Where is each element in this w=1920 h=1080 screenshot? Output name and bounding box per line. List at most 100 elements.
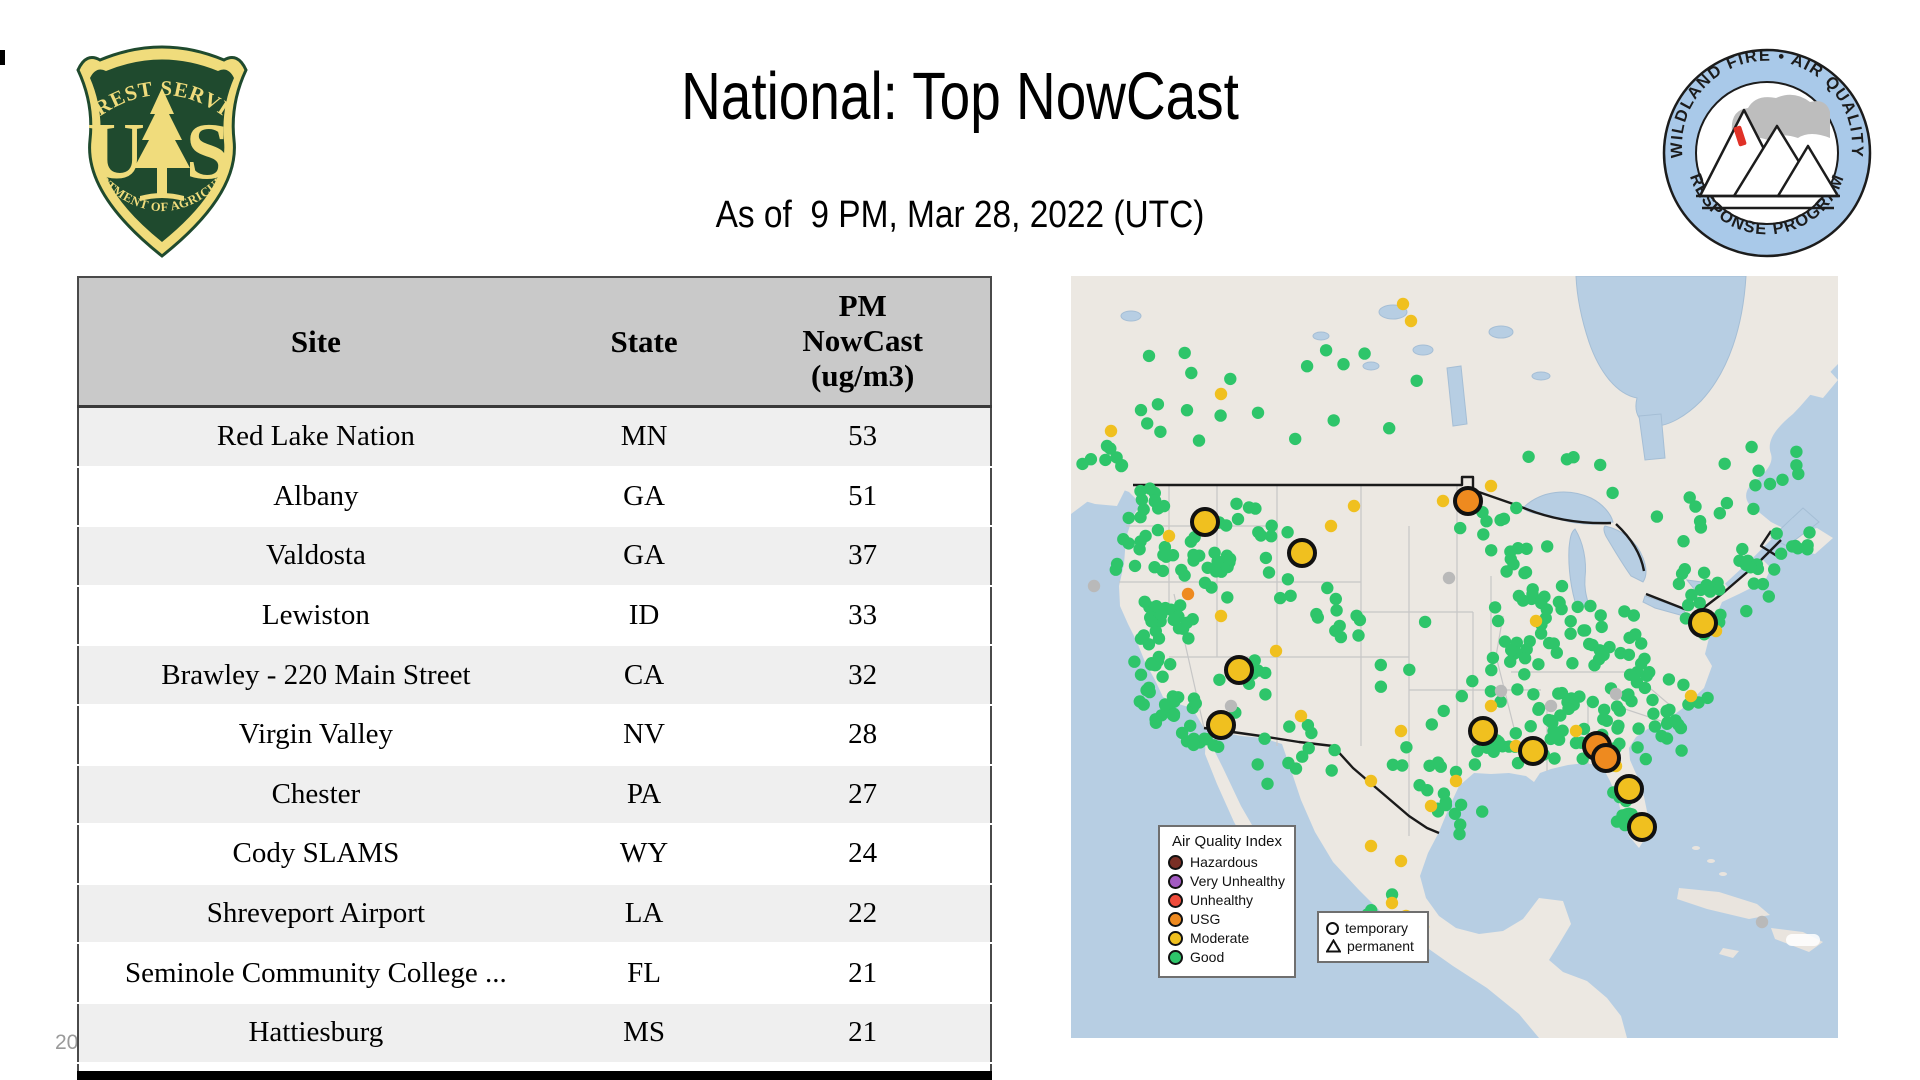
monitor-dot-good xyxy=(1192,434,1206,447)
monitor-dot-good xyxy=(1613,704,1626,717)
monitor-dot-good xyxy=(1564,627,1577,640)
page-subtitle: As of 9 PM, Mar 28, 2022 (UTC) xyxy=(715,194,1205,236)
monitor-dot-good xyxy=(1560,453,1574,466)
monitor-dot-good xyxy=(1410,374,1423,387)
monitor-dot-good xyxy=(1693,596,1706,610)
monitor-dot-good xyxy=(1682,598,1695,612)
monitor-dot-good xyxy=(1117,533,1130,546)
monitor-dot-good xyxy=(1100,439,1114,453)
pm-cell: 37 xyxy=(735,526,991,587)
monitor-dot-good xyxy=(1099,453,1112,467)
monitor-dot-good xyxy=(1740,604,1753,618)
monitor-dot-good xyxy=(1259,551,1273,565)
site-cell: Red Lake Nation xyxy=(78,406,553,468)
circle-marker-icon xyxy=(1326,921,1339,935)
monitor-dot-good xyxy=(1749,479,1762,492)
monitor-dot-good xyxy=(1148,561,1161,574)
monitor-dot-good xyxy=(1627,609,1640,622)
monitor-dot-moderate xyxy=(1569,724,1583,738)
aqi-legend-label: Very Unhealthy xyxy=(1190,873,1285,889)
table-row: Hattiesburg MS 21 xyxy=(78,1002,991,1064)
site-cell: Lewiston xyxy=(78,585,553,647)
monitor-dot-good xyxy=(1662,673,1676,686)
monitor-dot-good xyxy=(1518,652,1532,665)
monitor-dot-good xyxy=(1756,577,1770,591)
state-cell: PA xyxy=(552,764,736,826)
table-row: Valdosta GA 37 xyxy=(78,526,991,587)
monitor-dot-good xyxy=(1142,349,1156,363)
state-cell: LA xyxy=(552,883,736,945)
monitor-dot-usg xyxy=(1181,587,1195,601)
monitor-dot-nodata xyxy=(1224,699,1238,713)
monitor-dot-good xyxy=(1109,563,1122,576)
monitor-dot-good xyxy=(1677,535,1690,548)
site-cell: Cody SLAMS xyxy=(78,824,553,885)
monitor-dot-good xyxy=(1249,502,1262,515)
monitor-dot-nodata xyxy=(1544,699,1558,713)
monitor-dot-good xyxy=(1485,663,1498,677)
site-cell: Shreveport Airport xyxy=(78,883,553,945)
monitor-dot-moderate xyxy=(1214,387,1228,401)
monitor-dot-good xyxy=(1259,666,1272,680)
monitor-dot-good xyxy=(1566,657,1579,670)
monitor-dot-good xyxy=(1745,440,1758,454)
top-site-marker-usg xyxy=(1591,743,1621,773)
monitor-dot-good xyxy=(1383,422,1396,435)
usg-swatch-icon xyxy=(1168,911,1183,927)
monitor-dot-good xyxy=(1564,615,1577,628)
monitor-dot-good xyxy=(1455,689,1468,703)
monitor-dot-good xyxy=(1262,566,1276,579)
monitor-dot-moderate xyxy=(1269,644,1283,658)
map-attribution-pill xyxy=(1786,934,1820,946)
site-type-item: temporary xyxy=(1326,920,1420,936)
monitor-dot-moderate xyxy=(1529,614,1543,628)
monitor-dot-good xyxy=(1403,663,1416,676)
monitor-dot-good xyxy=(1261,777,1274,790)
state-cell: ID xyxy=(552,585,736,647)
aqi-legend-label: Moderate xyxy=(1190,930,1250,946)
pm-cell: 27 xyxy=(735,764,991,826)
monitor-dot-good xyxy=(1076,457,1089,471)
very_unhealthy-swatch-icon xyxy=(1168,873,1183,889)
monitor-dot-moderate xyxy=(1364,774,1378,788)
monitor-dot-good xyxy=(1522,450,1535,463)
monitor-dot-good xyxy=(1149,716,1163,729)
monitor-dot-good xyxy=(1689,500,1702,513)
wfaqrp-logo: WILDLAND FIRE • AIR QUALITY RESPONSE PRO… xyxy=(1662,47,1872,258)
monitor-dot-good xyxy=(1185,366,1198,380)
monitor-dot-good xyxy=(1752,464,1765,477)
monitor-dot-good xyxy=(1166,708,1180,722)
unhealthy-swatch-icon xyxy=(1168,892,1183,908)
monitor-dot-good xyxy=(1476,805,1489,818)
monitor-dot-good xyxy=(1110,451,1123,464)
table-row: Red Lake Nation MN 53 xyxy=(78,406,991,468)
monitor-dot-good xyxy=(1504,545,1517,558)
triangle-marker-icon xyxy=(1326,939,1341,953)
monitor-dot-good xyxy=(1251,406,1265,419)
monitor-dot-good xyxy=(1500,565,1513,578)
aqi-legend-label: Unhealthy xyxy=(1190,892,1254,908)
state-cell: GA xyxy=(552,466,736,528)
monitor-dot-moderate xyxy=(1684,689,1698,703)
monitor-dot-good xyxy=(1518,566,1531,580)
monitor-dot-good xyxy=(1538,590,1551,603)
state-cell: FL xyxy=(552,943,736,1004)
monitor-dot-good xyxy=(1167,613,1180,627)
monitor-dot-good xyxy=(1675,744,1688,757)
monitor-dot-good xyxy=(1187,738,1200,752)
table-row: Shreveport Airport LA 22 xyxy=(78,883,991,945)
monitor-dot-moderate xyxy=(1484,479,1498,493)
monitor-dot-good xyxy=(1569,736,1583,750)
top-site-marker-moderate xyxy=(1518,736,1548,766)
monitor-dot-good xyxy=(1606,486,1619,500)
monitor-dot-good xyxy=(1151,398,1165,411)
state-cell: GA xyxy=(552,526,736,587)
monitor-dot-good xyxy=(1638,681,1652,695)
monitor-dot-good xyxy=(1647,707,1660,720)
site-cell: Virgin Valley xyxy=(78,704,553,766)
aqi-legend-item: Unhealthy xyxy=(1168,892,1286,908)
site-cell: Hattiesburg xyxy=(78,1002,553,1064)
pm-cell: 21 xyxy=(735,943,991,1004)
monitor-dot-good xyxy=(1139,529,1152,543)
monitor-dot-moderate xyxy=(1404,314,1418,328)
